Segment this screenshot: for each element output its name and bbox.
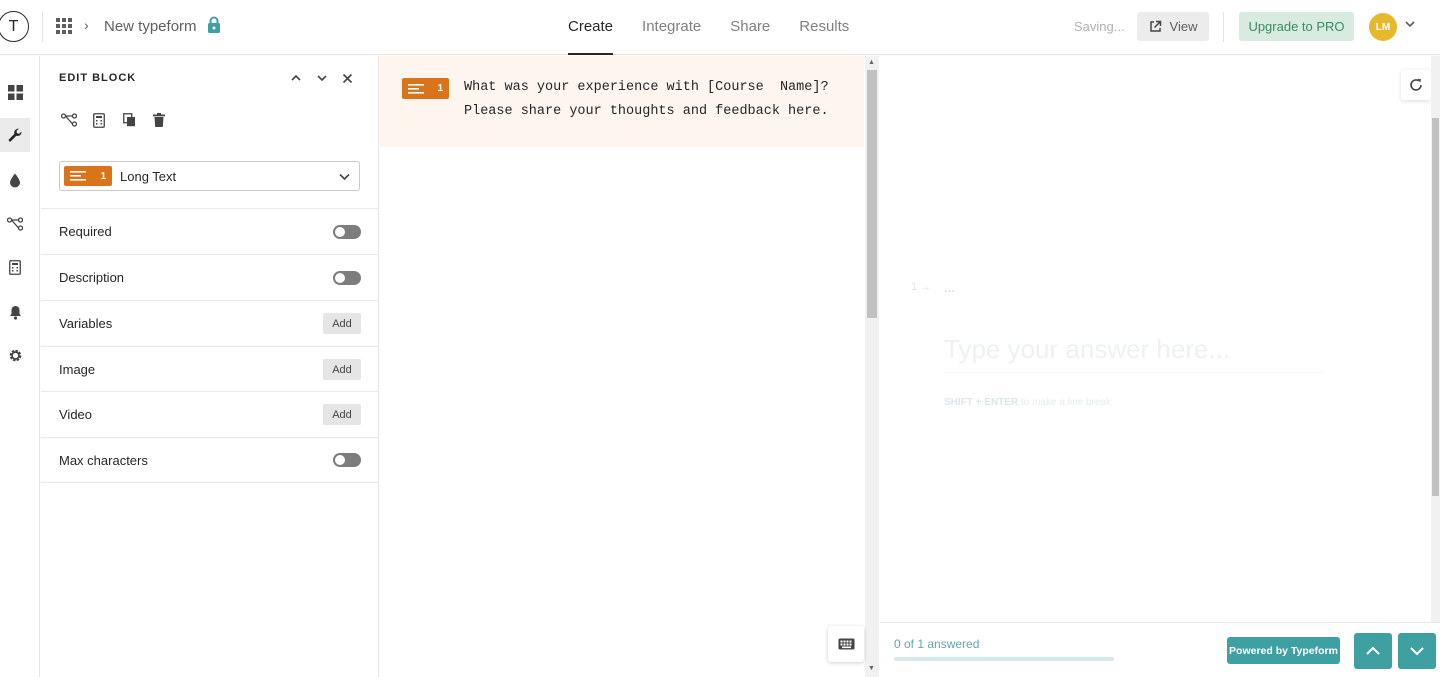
upgrade-button[interactable]: Upgrade to PRO — [1239, 12, 1354, 41]
add-image-button[interactable]: Add — [323, 359, 361, 380]
panel-title: EDIT BLOCK — [59, 72, 137, 84]
keyboard-shortcuts-button[interactable] — [828, 626, 864, 662]
block-type-select[interactable]: 1 Long Text — [59, 161, 360, 191]
setting-label: Required — [59, 224, 112, 239]
bell-icon[interactable] — [0, 295, 30, 329]
duplicate-icon[interactable] — [121, 112, 137, 128]
trash-icon[interactable] — [151, 112, 167, 128]
block-type-label: Long Text — [120, 168, 177, 184]
question-number: 1 — [437, 83, 443, 94]
setting-variables: Variables Add — [41, 300, 379, 346]
chevron-right-icon: › — [84, 17, 89, 33]
setting-max-characters: Max characters — [41, 437, 379, 483]
hint-keys: SHIFT + ENTER — [944, 397, 1019, 408]
long-text-icon — [70, 171, 86, 181]
external-link-icon — [1149, 20, 1161, 32]
apps-grid-icon[interactable] — [56, 18, 72, 34]
calculator-icon[interactable] — [91, 112, 107, 128]
lock-icon[interactable] — [206, 16, 222, 37]
view-button[interactable]: View — [1137, 12, 1209, 41]
scrollbar-thumb[interactable] — [867, 70, 877, 318]
keyboard-icon — [838, 638, 854, 650]
chevron-down-icon — [1410, 647, 1424, 656]
dashboard-icon[interactable] — [0, 75, 30, 109]
chevron-down-icon[interactable] — [1404, 18, 1416, 33]
avatar[interactable]: LM — [1369, 13, 1397, 41]
chevron-up-icon[interactable] — [288, 70, 304, 86]
logo-letter: T — [8, 17, 19, 35]
question-list-scrollbar[interactable]: ▲ ▼ — [865, 56, 879, 677]
setting-description: Description — [41, 254, 379, 300]
chevron-down-icon[interactable] — [314, 70, 330, 86]
gear-icon[interactable] — [0, 338, 30, 372]
scrollbar-thumb[interactable] — [1432, 118, 1439, 496]
chevron-up-icon — [1366, 646, 1380, 655]
setting-video: Video Add — [41, 391, 379, 437]
divider — [1223, 12, 1224, 42]
answer-input[interactable]: Type your answer here... — [944, 334, 1230, 365]
preview-question-title: ... — [944, 280, 955, 295]
required-toggle[interactable] — [333, 224, 361, 239]
setting-image: Image Add — [41, 346, 379, 392]
setting-label: Image — [59, 362, 96, 377]
setting-required: Required — [41, 208, 379, 254]
logic-icon[interactable] — [0, 207, 30, 241]
question-item[interactable]: 1 What was your experience with [Course … — [380, 56, 864, 147]
add-video-button[interactable]: Add — [323, 404, 361, 425]
block-number: 1 — [100, 170, 106, 182]
preview-question-number: 1 → — [911, 281, 932, 293]
close-icon[interactable] — [339, 70, 355, 86]
question-list: 1 What was your experience with [Course … — [380, 56, 865, 677]
wrench-icon[interactable] — [0, 118, 30, 152]
question-text-line: Please share your thoughts and feedback … — [464, 104, 829, 119]
logic-icon[interactable] — [61, 112, 77, 128]
left-rail — [0, 56, 40, 677]
top-bar: T › New typeform Create Integrate Share … — [0, 0, 1440, 55]
answer-underline — [944, 372, 1324, 373]
view-label: View — [1169, 19, 1198, 34]
typeform-logo[interactable]: T — [0, 11, 29, 42]
next-question-button[interactable] — [1398, 633, 1436, 669]
edit-block-panel: EDIT BLOCK 1 Long Text Required Descript… — [41, 56, 379, 677]
chevron-down-icon — [339, 173, 350, 180]
scroll-up-arrow-icon[interactable]: ▲ — [868, 59, 875, 66]
saving-status: Saving... — [1074, 19, 1125, 34]
setting-label: Description — [59, 270, 125, 285]
setting-label: Max characters — [59, 452, 148, 468]
refresh-icon — [1410, 78, 1422, 91]
long-text-icon — [408, 83, 424, 94]
tab-integrate[interactable]: Integrate — [642, 0, 701, 55]
tab-share[interactable]: Share — [730, 0, 770, 55]
refresh-preview-button[interactable] — [1401, 70, 1431, 100]
hint-text: to make a line break — [1018, 397, 1112, 408]
divider — [42, 12, 43, 42]
add-variables-button[interactable]: Add — [323, 313, 361, 334]
question-text[interactable]: What was your experience with [Course Na… — [464, 76, 854, 124]
preview-scrollbar[interactable] — [1431, 56, 1440, 622]
long-text-badge: 1 — [64, 166, 112, 186]
scroll-down-arrow-icon[interactable]: ▼ — [868, 665, 875, 672]
setting-label: Video — [59, 407, 93, 422]
description-toggle[interactable] — [333, 270, 361, 285]
form-preview: 1 → ... Type your answer here... SHIFT +… — [880, 56, 1440, 677]
setting-label: Variables — [59, 316, 113, 331]
previous-question-button[interactable] — [1354, 633, 1392, 669]
droplet-icon[interactable] — [0, 163, 30, 197]
main-tabs: Create Integrate Share Results — [568, 0, 878, 55]
line-break-hint: SHIFT + ENTER to make a line break — [944, 397, 1111, 408]
form-name[interactable]: New typeform — [104, 18, 197, 35]
calculator-icon[interactable] — [0, 250, 30, 284]
long-text-badge: 1 — [402, 78, 449, 99]
block-tools — [61, 112, 167, 128]
powered-by-typeform-badge[interactable]: Powered by Typeform — [1227, 637, 1340, 664]
max-characters-toggle[interactable] — [333, 453, 361, 467]
tab-results[interactable]: Results — [799, 0, 849, 55]
preview-footer: 0 of 1 answered Powered by Typeform — [880, 622, 1440, 677]
answered-count: 0 of 1 answered — [894, 637, 980, 651]
progress-bar — [894, 657, 1114, 661]
question-text-line: What was your experience with [Course Na… — [464, 80, 829, 95]
tab-create[interactable]: Create — [568, 0, 614, 55]
